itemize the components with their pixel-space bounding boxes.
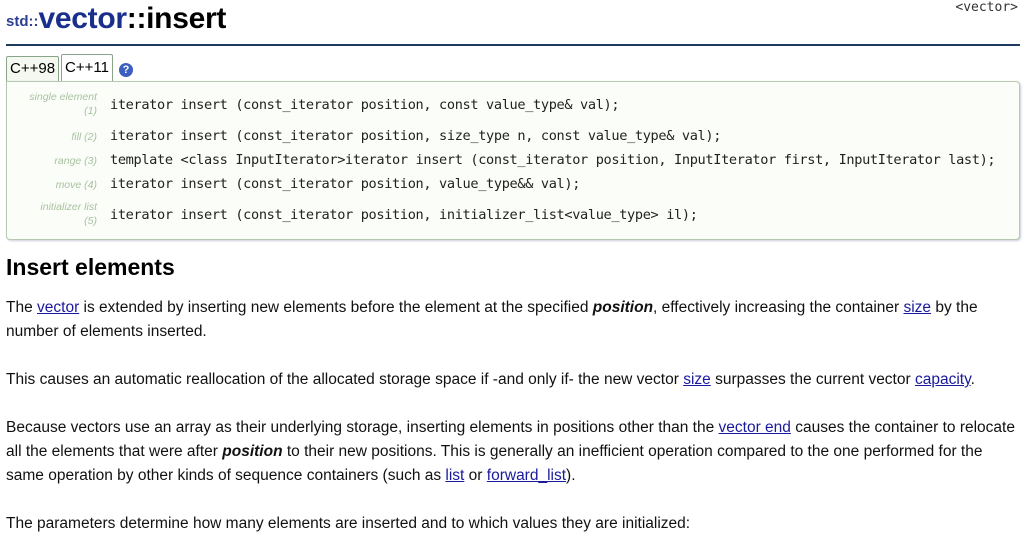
prototype-code: iterator insert (const_iterator position…	[110, 97, 620, 113]
capacity-link[interactable]: capacity	[915, 371, 971, 388]
paragraph-1: The vector is extended by inserting new …	[6, 299, 978, 340]
prototype-label: range (3)	[54, 155, 97, 167]
help-icon[interactable]: ?	[118, 63, 133, 77]
paragraph-2: This causes an automatic reallocation of…	[6, 371, 975, 388]
prototypes-box: single element (1) iterator insert (const…	[6, 81, 1020, 240]
paragraph-3: Because vectors use an array as their un…	[6, 419, 1015, 484]
tab-cpp11[interactable]: C++11	[61, 54, 113, 81]
prototype-label: fill (2)	[71, 131, 97, 143]
class-name: vector	[38, 2, 128, 35]
size-link[interactable]: size	[903, 299, 931, 316]
prototype-code: iterator insert (const_iterator position…	[110, 176, 581, 192]
prototype-label: single element (1)	[29, 91, 97, 117]
forward-list-link[interactable]: forward_list	[487, 467, 566, 484]
member-name: insert	[146, 2, 227, 35]
section-heading: Insert elements	[6, 254, 175, 280]
page-title: std::vector::insert	[6, 2, 226, 36]
prototype-code: iterator insert (const_iterator position…	[110, 128, 722, 144]
page-header: std::vector::insert <vector>	[6, 0, 1020, 46]
size-link[interactable]: size	[683, 371, 711, 388]
header-include-tag: <vector>	[955, 0, 1018, 15]
version-tabs: C++98 C++11 ?	[6, 54, 133, 81]
param-position: position	[222, 443, 283, 460]
prototype-code: template <class InputIterator>iterator i…	[110, 152, 996, 168]
prototype-label: initializer list (5)	[40, 201, 97, 227]
vector-link[interactable]: vector	[37, 299, 79, 316]
paragraph-4: The parameters determine how many elemen…	[6, 515, 691, 532]
prototype-label: move (4)	[55, 179, 97, 191]
param-position: position	[592, 299, 654, 316]
prototype-code: iterator insert (const_iterator position…	[110, 207, 698, 223]
namespace-label: std::	[6, 13, 39, 30]
vector-end-link[interactable]: vector end	[719, 419, 791, 436]
tab-cpp98[interactable]: C++98	[6, 56, 60, 81]
list-link[interactable]: list	[445, 467, 464, 484]
scope-separator: ::	[126, 2, 147, 35]
